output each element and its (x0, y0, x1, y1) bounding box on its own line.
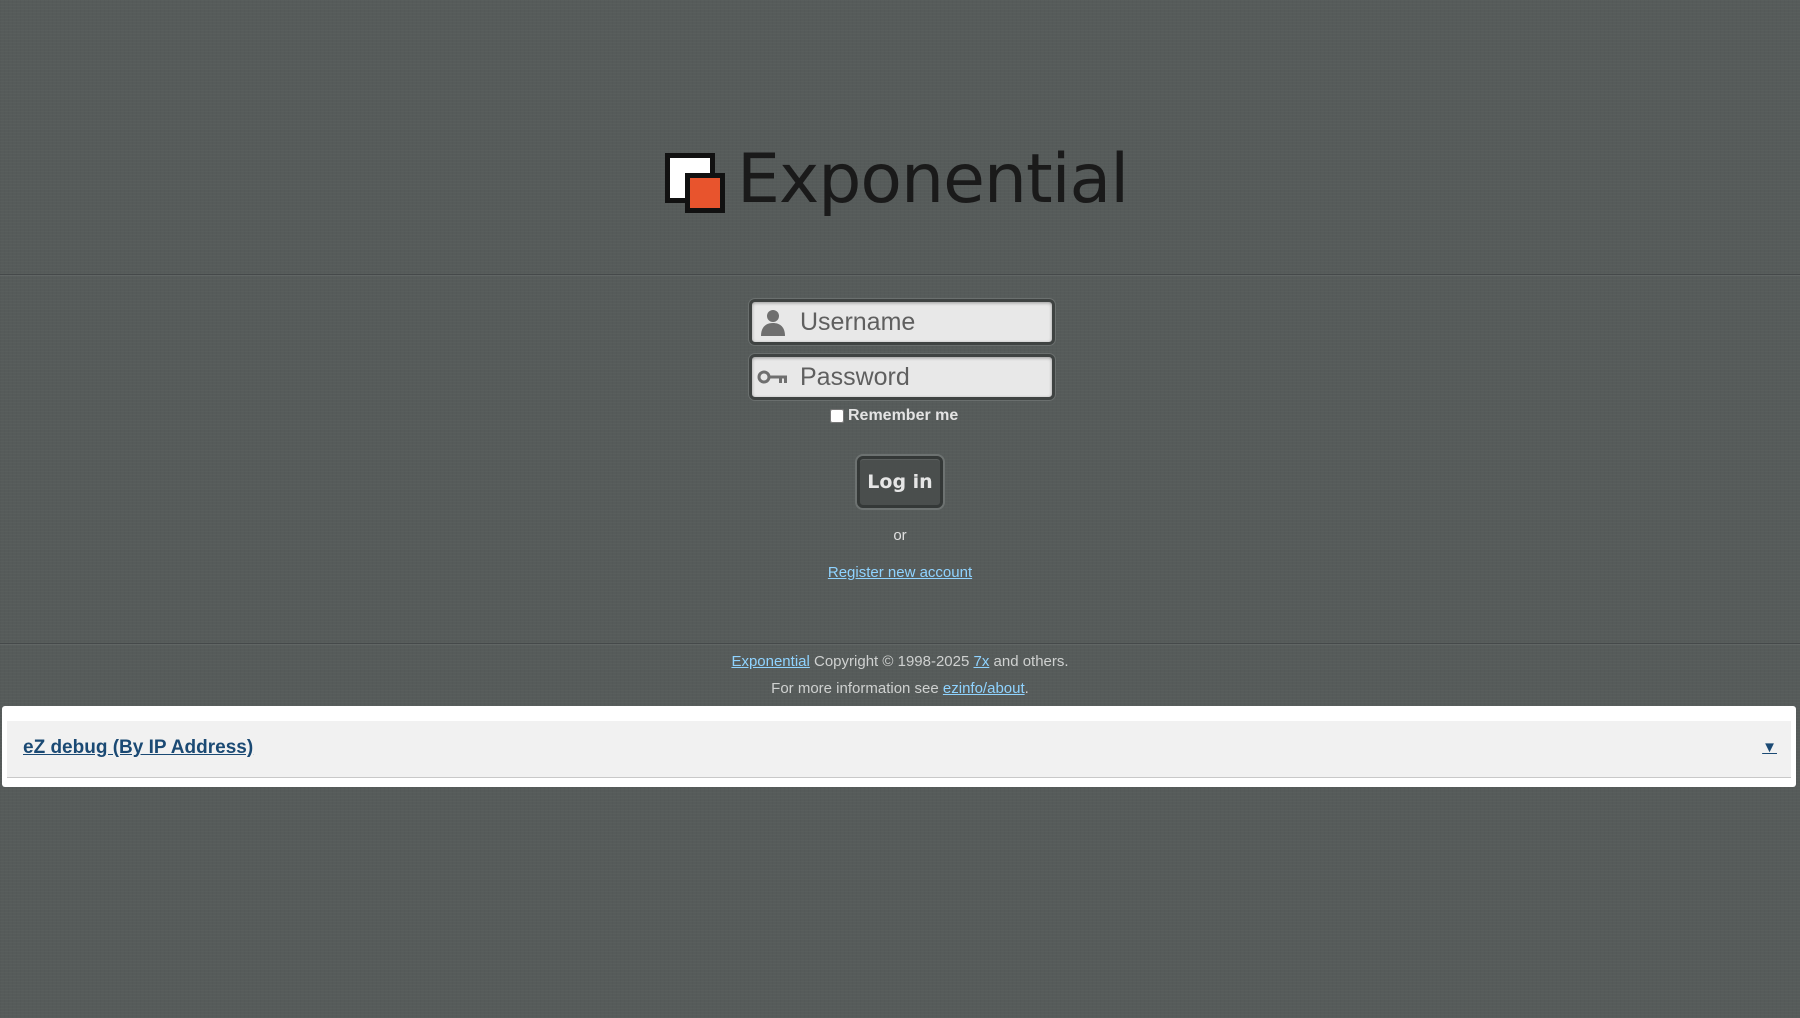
password-input[interactable] (794, 362, 1040, 392)
register-link[interactable]: Register new account (828, 564, 972, 581)
register-container: Register new account (0, 564, 1800, 581)
copyright-line: Exponential Copyright © 1998-2025 7x and… (0, 653, 1800, 670)
logo-mark-icon (663, 149, 725, 213)
header: Exponential (0, 0, 1800, 275)
password-field[interactable] (749, 354, 1055, 400)
key-icon (752, 357, 794, 397)
or-separator: or (893, 527, 907, 544)
info-prefix: For more information see (771, 680, 943, 697)
copyright-suffix: and others. (989, 653, 1069, 670)
debug-toggle-icon[interactable]: ▼ (1762, 739, 1777, 756)
user-icon (752, 302, 794, 342)
remember-me-label: Remember me (848, 407, 959, 424)
footer: Exponential Copyright © 1998-2025 7x and… (0, 643, 1800, 706)
remember-me[interactable]: Remember me (830, 407, 958, 425)
username-field[interactable] (749, 299, 1055, 345)
login-button[interactable]: Log in (857, 456, 943, 508)
ezinfo-about-link[interactable]: ezinfo/about (943, 680, 1025, 697)
remember-me-checkbox[interactable] (830, 409, 844, 423)
logo-text: Exponential (737, 140, 1129, 219)
exponential-link[interactable]: Exponential (731, 653, 809, 670)
logo: Exponential (663, 140, 1129, 220)
username-input[interactable] (794, 307, 1040, 337)
debug-header: eZ debug (By IP Address) ▼ (7, 721, 1791, 778)
debug-title-link[interactable]: eZ debug (By IP Address) (23, 737, 253, 759)
debug-panel: eZ debug (By IP Address) ▼ (2, 706, 1796, 787)
info-line: For more information see ezinfo/about. (0, 680, 1800, 697)
copyright-text: Copyright © 1998-2025 (809, 653, 974, 670)
info-suffix: . (1024, 680, 1029, 697)
7x-link[interactable]: 7x (974, 653, 990, 670)
